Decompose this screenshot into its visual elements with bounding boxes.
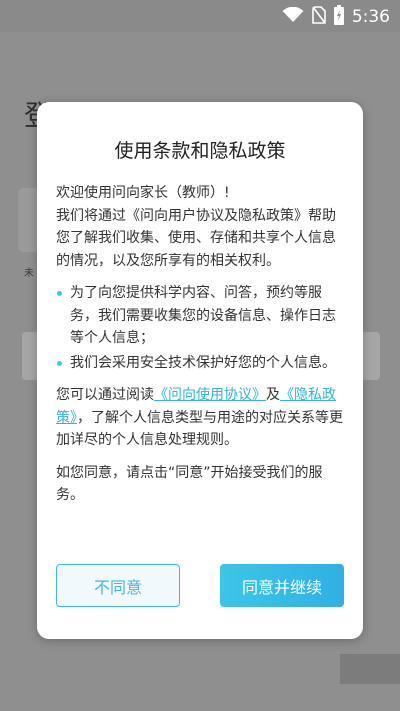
wifi-icon [282, 6, 304, 27]
hint-text: 未 [24, 268, 34, 279]
usage-agreement-link[interactable]: 《问向使用协议》 [154, 387, 266, 403]
status-bar: 5:36 [0, 0, 400, 32]
dialog-title: 使用条款和隐私政策 [114, 140, 286, 162]
background-footer [340, 654, 400, 684]
battery-charging-icon [333, 5, 344, 29]
bullet-text: 为了向您提供科学内容、问答，预约等服务，我们需要收集您的设备信息、操作日志等个人… [70, 285, 336, 346]
read-and: 及 [266, 387, 280, 403]
bullet-item: 为了向您提供科学内容、问答，预约等服务，我们需要收集您的设备信息、操作日志等个人… [56, 282, 346, 350]
dialog-body: 欢迎使用问向家长（教师）! 我们将通过《问向用户协议及隐私政策》帮助您了解我们收… [56, 182, 346, 517]
bullet-text: 我们会采用安全技术保护好您的个人信息。 [70, 354, 336, 371]
intro-text: 我们将通过《问向用户协议及隐私政策》帮助您了解我们收集、使用、存储和共享个人信息… [56, 207, 336, 269]
policy-links-paragraph: 您可以通过阅读《问向使用协议》及《隐私政策》，了解个人信息类型与用途的对应关系等… [56, 384, 346, 452]
read-suffix: ，了解个人信息类型与用途的对应关系等更加详尽的个人信息处理规则。 [56, 409, 343, 449]
greeting-text: 欢迎使用问向家长（教师）! [56, 185, 230, 201]
bullet-item: 我们会采用安全技术保护好您的个人信息。 [56, 352, 346, 375]
bullet-dot-icon [57, 360, 62, 366]
no-sim-icon [312, 6, 326, 28]
bullet-dot-icon [57, 291, 62, 296]
disagree-button[interactable]: 不同意 [56, 564, 180, 607]
privacy-dialog: 使用条款和隐私政策 欢迎使用问向家长（教师）! 我们将通过《问向用户协议及隐私政… [37, 102, 363, 639]
clock: 5:36 [351, 7, 390, 27]
read-prefix: 您可以通过阅读 [56, 387, 154, 403]
agree-continue-button[interactable]: 同意并继续 [220, 564, 344, 607]
consent-text: 如您同意，请点击“同意”开始接受我们的服务。 [56, 464, 323, 504]
